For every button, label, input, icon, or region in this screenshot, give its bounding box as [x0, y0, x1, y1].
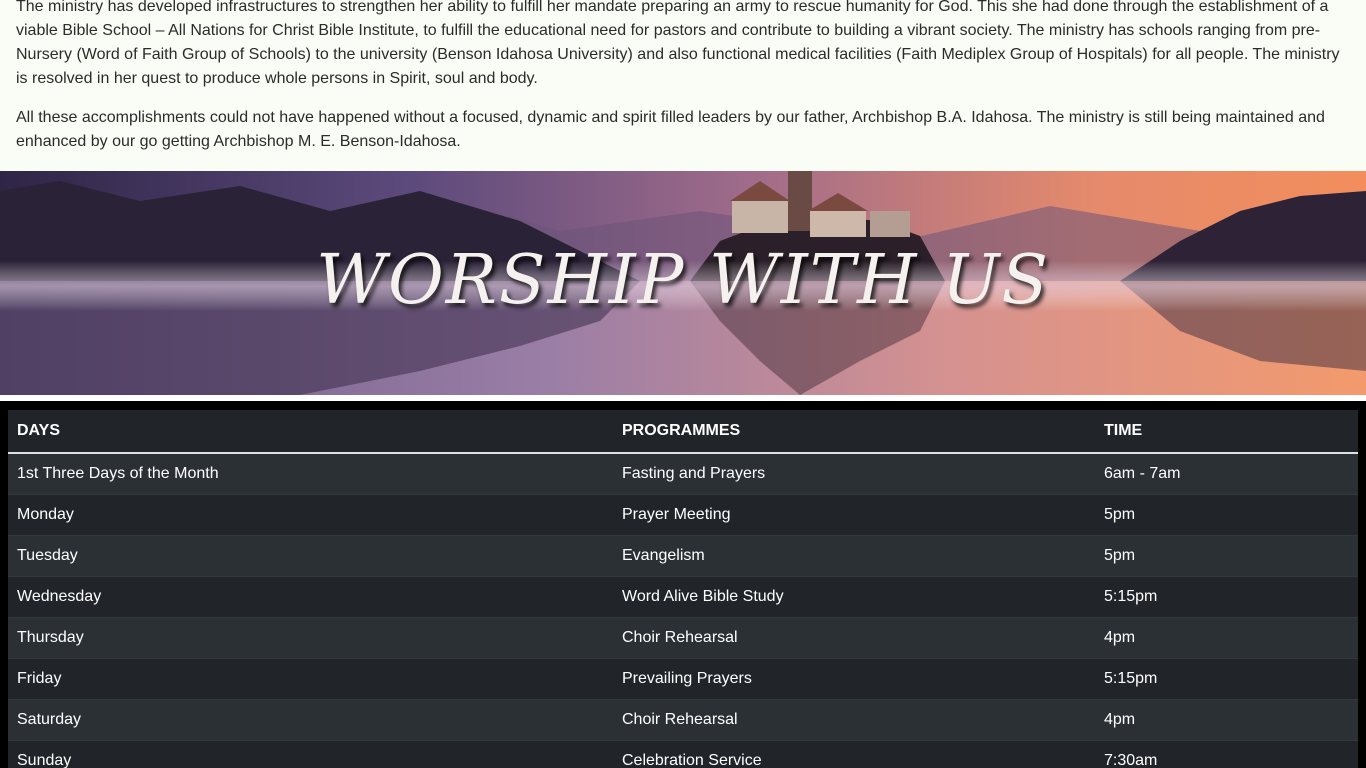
table-row: Sunday Celebration Service 7:30am	[8, 739, 1358, 768]
table-row: Monday Prayer Meeting 5pm	[8, 493, 1358, 535]
table-row: Wednesday Word Alive Bible Study 5:15pm	[8, 575, 1358, 617]
time-cell: 5:15pm	[1095, 575, 1358, 617]
table-header-row: DAYS PROGRAMMES TIME	[8, 410, 1358, 454]
schedule-table: DAYS PROGRAMMES TIME 1st Three Days of t…	[8, 410, 1358, 768]
header-programmes: PROGRAMMES	[613, 410, 1095, 454]
table-row: 1st Three Days of the Month Fasting and …	[8, 452, 1358, 494]
time-cell: 6am - 7am	[1095, 452, 1358, 494]
table-row: Friday Prevailing Prayers 5:15pm	[8, 657, 1358, 699]
header-time: TIME	[1095, 410, 1358, 454]
day-cell: Tuesday	[8, 534, 613, 576]
header-days: DAYS	[8, 410, 613, 454]
programme-cell: Choir Rehearsal	[613, 698, 1095, 740]
table-row: Tuesday Evangelism 5pm	[8, 534, 1358, 576]
about-section: The ministry has developed infrastructur…	[0, 0, 1366, 171]
day-cell: Friday	[8, 657, 613, 699]
programme-cell: Evangelism	[613, 534, 1095, 576]
time-cell: 5pm	[1095, 493, 1358, 535]
schedule-section: DAYS PROGRAMMES TIME 1st Three Days of t…	[0, 401, 1366, 768]
programme-cell: Prayer Meeting	[613, 493, 1095, 535]
programme-cell: Prevailing Prayers	[613, 657, 1095, 699]
table-row: Thursday Choir Rehearsal 4pm	[8, 616, 1358, 658]
day-cell: Thursday	[8, 616, 613, 658]
table-row: Saturday Choir Rehearsal 4pm	[8, 698, 1358, 740]
worship-banner: WORSHIP WITH US	[0, 171, 1366, 395]
about-paragraph-1: The ministry has developed infrastructur…	[16, 0, 1340, 87]
day-cell: 1st Three Days of the Month	[8, 452, 613, 494]
time-cell: 7:30am	[1095, 739, 1358, 768]
banner-title: WORSHIP WITH US	[316, 241, 1050, 320]
time-cell: 5pm	[1095, 534, 1358, 576]
time-cell: 4pm	[1095, 698, 1358, 740]
programme-cell: Celebration Service	[613, 739, 1095, 768]
time-cell: 4pm	[1095, 616, 1358, 658]
about-paragraph-2: All these accomplishments could not have…	[16, 109, 1325, 150]
programme-cell: Choir Rehearsal	[613, 616, 1095, 658]
time-cell: 5:15pm	[1095, 657, 1358, 699]
programme-cell: Fasting and Prayers	[613, 452, 1095, 494]
day-cell: Monday	[8, 493, 613, 535]
day-cell: Wednesday	[8, 575, 613, 617]
day-cell: Saturday	[8, 698, 613, 740]
day-cell: Sunday	[8, 739, 613, 768]
programme-cell: Word Alive Bible Study	[613, 575, 1095, 617]
